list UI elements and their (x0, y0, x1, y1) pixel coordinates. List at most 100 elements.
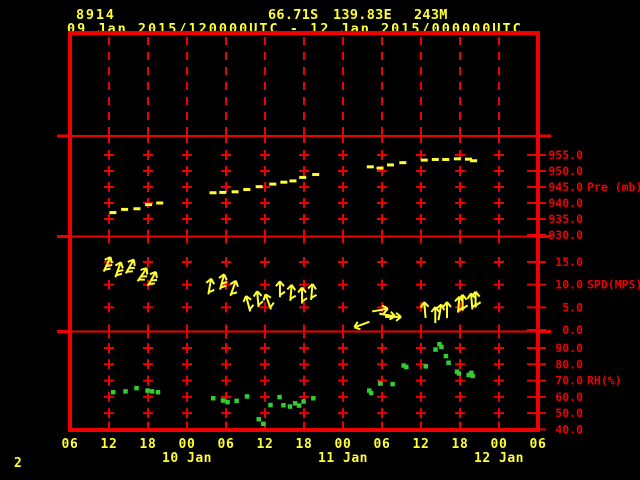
pressure-point (209, 191, 217, 195)
rh-point (287, 404, 293, 409)
rh-point (446, 360, 451, 365)
rh-point (211, 395, 216, 401)
hour-label: 00 (490, 437, 507, 452)
wind-barb (218, 273, 228, 290)
rh-point (145, 388, 150, 393)
rh-point (470, 373, 475, 379)
day-label: 10 Jan (162, 451, 212, 466)
wind-barb (430, 306, 441, 324)
rh-point (456, 371, 462, 376)
rh-point (234, 398, 239, 404)
wind-barb (229, 279, 239, 297)
pressure-point (156, 201, 164, 205)
hour-label: 06 (61, 437, 78, 452)
hour-label: 18 (295, 437, 312, 452)
hour-label: 12 (100, 437, 117, 452)
pressure-tick-label: 950.0 (548, 164, 583, 178)
pressure-point (280, 180, 288, 184)
wind_speed-tick-label: 10.0 (555, 278, 583, 292)
wind_speed-tick-label: 0.0 (562, 323, 583, 337)
pressure-point (386, 163, 394, 167)
pressure-unit-label: Pre (mb) (587, 180, 640, 194)
pressure-point (255, 185, 263, 189)
rh-point (404, 364, 409, 370)
pressure-point (453, 157, 461, 161)
wind-barb (286, 284, 297, 301)
rh-point (261, 421, 266, 427)
rh-point (443, 353, 449, 359)
day-label: 12 Jan (474, 451, 524, 466)
rh-point (256, 417, 261, 422)
pressure-point (376, 166, 384, 170)
hour-label: 06 (373, 437, 390, 452)
rh-point (368, 390, 374, 396)
pressure-point (219, 190, 227, 194)
rh-point (220, 398, 226, 403)
pressure-point (420, 158, 428, 162)
rh-point (433, 347, 438, 352)
pressure-point (470, 159, 478, 163)
rh-point (110, 389, 116, 395)
relative_humidity-tick-label: 60.0 (555, 390, 583, 404)
pressure-point (109, 211, 117, 215)
page-number: 2 (14, 456, 22, 471)
wind-barb (275, 280, 286, 298)
rh-point (390, 381, 395, 387)
pressure-point (442, 157, 450, 161)
pressure-point (121, 207, 129, 211)
wind-barb (242, 295, 255, 312)
pressure-point (269, 182, 277, 186)
relative_humidity-tick-label: 70.0 (555, 374, 583, 388)
pressure-point (133, 207, 141, 211)
pressure-point (399, 161, 407, 165)
wind-barb (205, 277, 216, 295)
rh-point (268, 402, 273, 408)
rh-point (155, 389, 161, 395)
relative_humidity-tick-label: 40.0 (555, 422, 583, 436)
rh-point (301, 399, 306, 404)
rh-point (277, 394, 282, 400)
pressure-point (366, 165, 374, 169)
wind-barb (102, 256, 113, 272)
pressure-point (231, 190, 239, 194)
wind_speed-tick-label: 5.0 (562, 300, 583, 314)
hour-label: 06 (529, 437, 546, 452)
rh-point (149, 389, 155, 394)
hour-label: 06 (217, 437, 234, 452)
rh-point (292, 401, 298, 406)
rh-point (281, 403, 286, 408)
pressure-point (431, 157, 439, 161)
wind_speed-unit-label: SPD(MPS) (587, 278, 640, 292)
rh-point (225, 399, 230, 405)
day-label: 11 Jan (318, 451, 368, 466)
pressure-point (243, 188, 251, 192)
pressure-point (312, 173, 320, 177)
relative_humidity-tick-label: 50.0 (555, 406, 583, 420)
wind-barb (353, 320, 370, 331)
pressure-tick-label: 935.0 (548, 212, 583, 226)
pressure-point (299, 175, 307, 179)
pressure-point (145, 203, 153, 207)
hour-label: 18 (139, 437, 156, 452)
wind-barb (297, 286, 308, 304)
relative_humidity-tick-label: 80.0 (555, 357, 583, 371)
wind-barb (252, 290, 264, 308)
hour-label: 12 (256, 437, 273, 452)
wind-barb (307, 283, 318, 300)
meteogram-screen: 8914 66.71S 139.83E 243M 09 Jan 2015/120… (0, 0, 640, 480)
pressure-tick-label: 940.0 (548, 196, 583, 210)
rh-point (296, 403, 302, 408)
relative_humidity-tick-label: 90.0 (555, 341, 583, 355)
rh-point (439, 344, 444, 350)
rh-point (423, 364, 429, 369)
hour-label: 00 (178, 437, 195, 452)
rh-point (134, 385, 139, 391)
relative_humidity-unit-label: RH(%) (587, 374, 622, 388)
hour-label: 18 (451, 437, 468, 452)
hour-label: 00 (334, 437, 351, 452)
rh-point (123, 389, 128, 394)
pressure-tick-label: 955.0 (548, 148, 583, 162)
rh-point (244, 394, 250, 399)
meteogram-plot: 955.0 950.0 945.0 940.0 935.0 930.0 Pre (mb) 15… (57, 31, 640, 466)
wind-barb (124, 258, 136, 274)
